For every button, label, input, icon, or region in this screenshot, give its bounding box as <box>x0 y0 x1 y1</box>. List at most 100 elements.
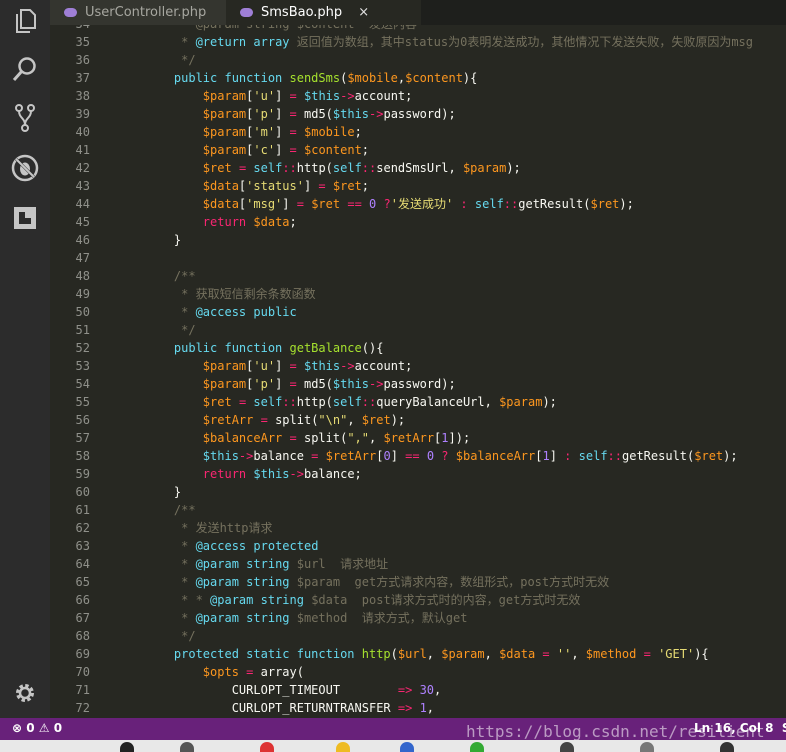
line-number: 70 <box>75 665 90 679</box>
code-token: , <box>369 431 384 445</box>
code-line[interactable]: 70 $opts = array( <box>50 663 786 681</box>
tab-usercontroller[interactable]: UserController.php <box>50 0 226 25</box>
code-line[interactable]: 39 $param['p'] = md5($this->password); <box>50 105 786 123</box>
code-token: :: <box>503 197 519 211</box>
close-icon[interactable]: × <box>358 5 369 20</box>
code-text: protected static function http($url, $pa… <box>145 645 709 663</box>
code-line[interactable]: 35 * @return array 返回值为数组，其中status为0表明发送… <box>50 33 786 51</box>
code-line[interactable]: 41 $param['c'] = $content; <box>50 141 786 159</box>
code-line[interactable]: 52 public function getBalance(){ <box>50 339 786 357</box>
code-text: $param['p'] = md5($this->password); <box>145 105 456 123</box>
code-line[interactable]: 48 /** <box>50 267 786 285</box>
code-text: $ret = self::http(self::queryBalanceUrl,… <box>145 393 557 411</box>
code-text: */ <box>145 321 195 339</box>
code-line[interactable]: 36 */ <box>50 51 786 69</box>
code-text: $opts = array( <box>145 663 304 681</box>
code-line[interactable]: 40 $param['m'] = $mobile; <box>50 123 786 141</box>
code-token: = <box>289 143 297 157</box>
code-token: $mobile <box>347 71 398 85</box>
code-line[interactable]: 56 $retArr = split("\n", $ret); <box>50 411 786 429</box>
debug-icon[interactable] <box>10 153 40 183</box>
search-icon[interactable] <box>10 54 40 84</box>
code-line[interactable]: 65 * @param string $param get方式请求内容，数组形式… <box>50 573 786 591</box>
code-line[interactable]: 38 $param['u'] = $this->account; <box>50 87 786 105</box>
code-line[interactable]: 37 public function sendSms($mobile,$cont… <box>50 69 786 87</box>
code-line[interactable]: 61 /** <box>50 501 786 519</box>
code-line[interactable]: 68 */ <box>50 627 786 645</box>
code-text: * @return array 返回值为数组，其中status为0表明发送成功，… <box>145 33 753 51</box>
code-line[interactable]: 59 return $this->balance; <box>50 465 786 483</box>
explorer-icon[interactable] <box>10 6 40 36</box>
settings-gear-icon[interactable] <box>10 678 40 708</box>
code-token: $ret <box>202 395 232 409</box>
code-token: $param <box>499 395 543 409</box>
code-line[interactable]: 34 * @param string $content 发送内容 <box>50 25 786 33</box>
code-line[interactable]: 43 $data['status'] = $ret; <box>50 177 786 195</box>
code-editor[interactable]: 34 * @param string $content 发送内容35 * @re… <box>50 25 786 718</box>
code-token: $ret <box>311 197 341 211</box>
line-number: 51 <box>75 323 90 337</box>
code-line[interactable]: 67 * @param string $method 请求方式，默认get <box>50 609 786 627</box>
code-token: string <box>246 557 290 571</box>
code-text: CURLOPT_RETURNTRANSFER => 1, <box>145 699 434 717</box>
code-line[interactable]: 42 $ret = self::http(self::sendSmsUrl, $… <box>50 159 786 177</box>
code-line[interactable]: 47 <box>50 249 786 267</box>
tab-smsbao[interactable]: SmsBao.php × <box>226 0 421 25</box>
code-token: $this <box>304 89 341 103</box>
code-line[interactable]: 62 * 发送http请求 <box>50 519 786 537</box>
code-line[interactable]: 69 protected static function http($url, … <box>50 645 786 663</box>
problems-indicator[interactable]: ⊗ 0 ⚠ 0 <box>12 721 62 735</box>
extensions-icon[interactable] <box>10 203 40 233</box>
code-token: ){ <box>694 647 709 661</box>
code-line[interactable]: 63 * @access protected <box>50 537 786 555</box>
code-line[interactable]: 71 CURLOPT_TIMEOUT => 30, <box>50 681 786 699</box>
code-token: $retArr <box>202 413 254 427</box>
code-line[interactable]: 50 * @access public <box>50 303 786 321</box>
source-control-icon[interactable] <box>10 103 40 133</box>
code-token: $content <box>304 143 362 157</box>
code-token: CURLOPT_TIMEOUT <box>145 683 398 697</box>
code-line[interactable]: 53 $param['u'] = $this->account; <box>50 357 786 375</box>
code-token: ); <box>390 413 406 427</box>
code-line[interactable]: 58 $this->balance = $retArr[0] == 0 ? $b… <box>50 447 786 465</box>
code-line[interactable]: 49 * 获取短信剩余条数函数 <box>50 285 786 303</box>
code-line[interactable]: 60 } <box>50 483 786 501</box>
code-line[interactable]: 51 */ <box>50 321 786 339</box>
code-token: array( <box>253 665 304 679</box>
code-line[interactable]: 66 * * @param string $data post请求方式时的内容，… <box>50 591 786 609</box>
code-text: * @access public <box>145 303 297 321</box>
code-token: $retArr <box>383 431 435 445</box>
code-line[interactable]: 64 * @param string $url 请求地址 <box>50 555 786 573</box>
code-text: $param['c'] = $content; <box>145 141 369 159</box>
code-text: * 发送http请求 <box>145 519 272 537</box>
code-token: protected static function <box>173 647 362 661</box>
line-number: 35 <box>75 35 90 49</box>
code-line[interactable]: 46 } <box>50 231 786 249</box>
code-token: $data post请求方式时的内容，get方式时无效 <box>303 593 581 607</box>
code-line[interactable]: 57 $balanceArr = split(",", $retArr[1]); <box>50 429 786 447</box>
code-token: $retArr <box>325 449 377 463</box>
code-token: = <box>643 647 651 661</box>
code-token: $ret <box>590 197 620 211</box>
code-text: $retArr = split("\n", $ret); <box>145 411 405 429</box>
code-line[interactable]: 45 return $data; <box>50 213 786 231</box>
code-token: "\n" <box>318 413 348 427</box>
code-line[interactable]: 44 $data['msg'] = $ret == 0 ?'发送成功' : se… <box>50 195 786 213</box>
code-token: -> <box>369 377 384 391</box>
code-line[interactable]: 55 $ret = self::http(self::queryBalanceU… <box>50 393 786 411</box>
code-token: $param <box>202 89 247 103</box>
code-token: */ <box>145 53 196 67</box>
code-token: ]); <box>448 431 471 445</box>
code-line[interactable]: 54 $param['p'] = md5($this->password); <box>50 375 786 393</box>
line-number: 44 <box>75 197 90 211</box>
code-token: return <box>202 467 247 481</box>
code-token: ] <box>275 359 290 373</box>
code-line[interactable]: 72 CURLOPT_RETURNTRANSFER => 1, <box>50 699 786 717</box>
